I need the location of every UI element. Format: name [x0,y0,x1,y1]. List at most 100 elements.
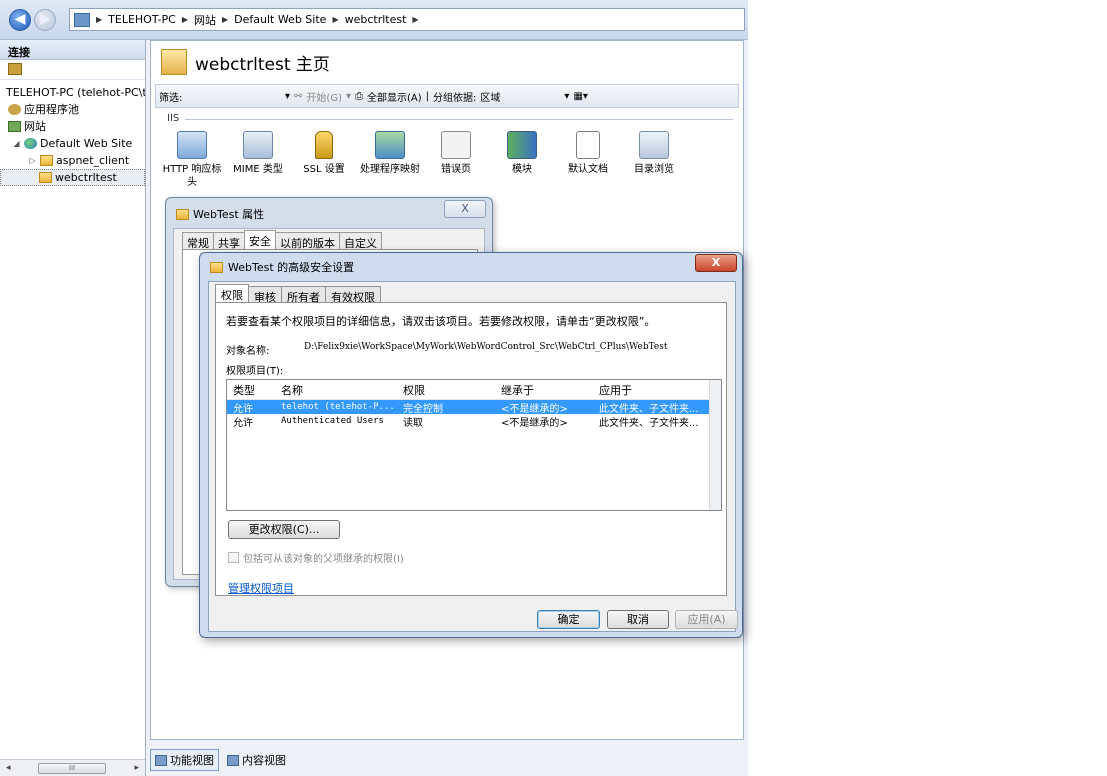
default-document-icon [576,131,600,159]
filter-bar: 筛选: ▾ ⚯ 开始(G) ▾ ⎙ 全部显示(A) | 分组依据: 区域 ▾ ▦… [155,84,739,108]
close-button[interactable]: X [444,200,486,218]
cell-inherited-from: <不是继承的> [501,403,568,415]
feature-mime-types[interactable]: MIME 类型 [225,131,291,189]
collapse-arrow-icon[interactable]: ▷ [28,152,37,169]
scrollbar-thumb[interactable]: III [38,763,106,774]
section-header: IIS [167,113,180,124]
tree-item-sites[interactable]: 网站 [0,118,145,135]
breadcrumb-item[interactable]: TELEHOT-PC [108,13,176,26]
manage-permission-entries-link[interactable]: 管理权限项目 [228,580,294,596]
breadcrumb-item[interactable]: webctrltest [345,13,407,26]
scroll-left-icon[interactable]: ◂ [6,763,11,773]
horizontal-scrollbar[interactable]: ◂ III ▸ [0,759,145,776]
start-button[interactable]: 开始(G) [306,89,342,104]
chevron-right-icon: ▶ [181,15,188,24]
content-view-icon [227,754,239,766]
table-row[interactable]: 允许 telehot (telehot-P... 完全控制 <不是继承的> 此文… [227,400,721,415]
cell-apply-to: 此文件夹、子文件夹... [599,417,699,429]
apply-button[interactable]: 应用(A) [675,610,738,629]
content-view-tab[interactable]: 内容视图 [223,750,290,770]
show-all-icon: ⎙ [355,90,364,102]
features-grid: HTTP 响应标头 MIME 类型 SSL 设置 处理程序映射 错误页 模块 默… [159,131,687,189]
scroll-right-icon[interactable]: ▸ [134,763,139,773]
dialog-title: WebTest 的高级安全设置 [210,259,354,275]
feature-label: HTTP 响应标头 [162,164,222,188]
mime-types-icon [243,131,273,159]
object-name-label: 对象名称: [226,346,270,357]
cell-permission: 读取 [403,417,423,429]
address-breadcrumb[interactable]: ▶ TELEHOT-PC ▶ 网站 ▶ Default Web Site ▶ w… [69,8,745,31]
feature-modules[interactable]: 模块 [489,131,555,189]
connections-panel: 连接 TELEHOT-PC (telehot-PC\te 应用程序池 网站 ◢ … [0,40,146,776]
folder-icon [39,172,52,183]
permissions-panel: 若要查看某个权限项目的详细信息，请双击该项目。若要修改权限，请单击“更改权限”。… [215,302,727,596]
chevron-right-icon[interactable]: ▶ [412,15,418,24]
sites-icon [8,121,21,132]
checkbox-box[interactable] [228,552,239,563]
tree-item-label: aspnet_client [56,154,130,167]
dialog-title-text: WebTest 属性 [193,208,265,221]
view-mode-icon[interactable]: ▦▾ [573,91,587,102]
tree-item-default-web-site[interactable]: ◢ Default Web Site [0,135,145,152]
connect-icon[interactable] [8,63,22,75]
forward-button[interactable]: ▶ [34,9,56,31]
vertical-scrollbar[interactable] [709,380,721,510]
connections-header: 连接 [0,40,145,60]
column-header-permission[interactable]: 权限 [399,382,497,398]
dialog-body: 权限 审核 所有者 有效权限 若要查看某个权限项目的详细信息，请双击该项目。若要… [208,281,738,632]
feature-default-document[interactable]: 默认文档 [555,131,621,189]
folder-icon [176,208,189,220]
cell-inherited-from: <不是继承的> [501,417,568,429]
feature-ssl-settings[interactable]: SSL 设置 [291,131,357,189]
dropdown-arrow-icon[interactable]: ▾ [285,91,290,102]
cancel-button[interactable]: 取消 [607,610,669,629]
filter-label[interactable]: 筛选: [159,89,281,104]
inherit-permissions-checkbox[interactable]: 包括可从该对象的父项继承的权限(I) [228,550,404,565]
globe-icon [24,138,37,149]
tree-item-server[interactable]: TELEHOT-PC (telehot-PC\te [0,84,145,101]
separator: | [425,90,430,102]
column-header-apply-to[interactable]: 应用于 [595,382,711,398]
change-permissions-button[interactable]: 更改权限(C)... [228,520,340,539]
feature-error-pages[interactable]: 错误页 [423,131,489,189]
tree-item-webctrltest[interactable]: webctrltest [0,169,145,186]
features-view-tab[interactable]: 功能视图 [150,749,219,771]
features-view-icon [155,754,167,766]
breadcrumb-item[interactable]: 网站 [194,12,216,28]
column-header-inherited-from[interactable]: 继承于 [497,382,595,398]
dropdown-arrow-icon[interactable]: ▾ [346,91,351,102]
close-button[interactable]: X [695,254,737,272]
permission-entries-list[interactable]: 类型 名称 权限 继承于 应用于 允许 telehot (telehot-P..… [226,379,722,511]
folder-icon [161,49,187,75]
feature-label: 模块 [512,164,532,175]
breadcrumb-item[interactable]: Default Web Site [234,13,326,26]
chevron-right-icon: ▶ [332,15,339,24]
group-by-label: 分组依据: [433,92,477,104]
tree-item-label: TELEHOT-PC (telehot-PC\te [6,86,145,99]
tree-item-app-pools[interactable]: 应用程序池 [0,101,145,118]
column-header-type[interactable]: 类型 [227,382,277,398]
connections-tree: TELEHOT-PC (telehot-PC\te 应用程序池 网站 ◢ Def… [0,80,145,186]
feature-label: MIME 类型 [233,164,283,175]
column-header-name[interactable]: 名称 [277,382,399,398]
feature-handler-mappings[interactable]: 处理程序映射 [357,131,423,189]
tree-item-label: 网站 [24,120,46,133]
back-button[interactable]: ◀ [9,9,31,31]
show-all-button[interactable]: 全部显示(A) [367,89,422,104]
expand-arrow-icon[interactable]: ◢ [12,135,21,152]
feature-label: 处理程序映射 [360,164,420,175]
feature-label: 目录浏览 [634,164,674,175]
chevron-right-icon: ▶ [96,15,103,24]
cell-name: Authenticated Users [281,416,384,426]
handler-mappings-icon [375,131,405,159]
section-divider [185,119,733,120]
group-by-select[interactable]: 区域 [480,89,560,104]
table-row[interactable]: 允许 Authenticated Users 读取 <不是继承的> 此文件夹、子… [227,414,721,429]
view-switcher: 功能视图 内容视图 [150,748,744,772]
cell-permission: 完全控制 [403,403,443,415]
feature-directory-browsing[interactable]: 目录浏览 [621,131,687,189]
dropdown-arrow-icon[interactable]: ▾ [564,91,569,102]
feature-http-headers[interactable]: HTTP 响应标头 [159,131,225,189]
ok-button[interactable]: 确定 [537,610,600,629]
tree-item-aspnet-client[interactable]: ▷ aspnet_client [0,152,145,169]
